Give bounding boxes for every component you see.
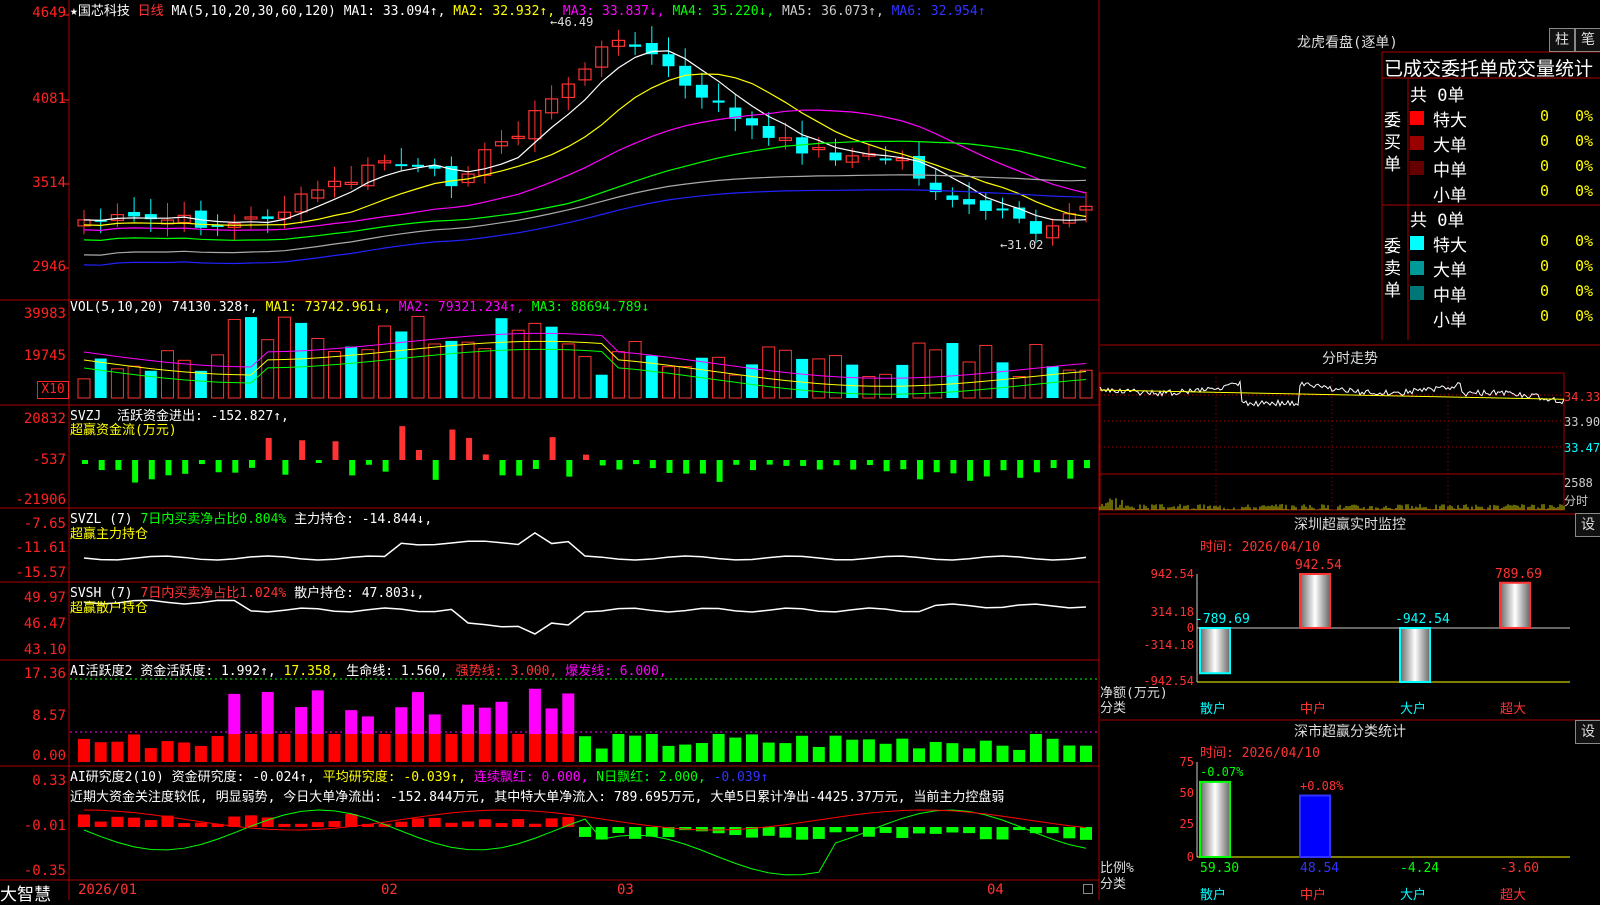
order-size-swatch xyxy=(1410,261,1424,275)
monitor-axis-label: 0 xyxy=(1186,621,1194,635)
class-axis-label: 0 xyxy=(1186,850,1194,864)
monitor-bar-value: 942.54 xyxy=(1295,558,1342,573)
order-count: 0 xyxy=(1540,307,1550,325)
intraday-axis-label: 33.90 xyxy=(1564,415,1600,429)
class-bar-value: -3.60 xyxy=(1500,861,1540,876)
order-count: 0 xyxy=(1540,157,1550,175)
order-size-swatch xyxy=(1410,236,1424,250)
order-size-label: 中单 xyxy=(1433,161,1467,181)
monitor-bar-value: -789.69 xyxy=(1195,612,1250,627)
order-percent: 0% xyxy=(1575,232,1594,250)
class-category-label: 超大 xyxy=(1500,888,1527,903)
class-axis-label: 25 xyxy=(1179,817,1194,831)
sz-class-top-label: -0.07% xyxy=(1200,765,1244,779)
lhb-title: 龙虎看盘(逐单) xyxy=(1297,35,1398,51)
monitor-axis-label: 314.18 xyxy=(1150,605,1194,619)
sz-monitor-title: 深圳超赢实时监控 xyxy=(1294,517,1406,533)
order-size-swatch xyxy=(1410,136,1424,150)
monitor-bar xyxy=(1499,581,1531,629)
monitor-category-label: 散户 xyxy=(1200,702,1227,717)
intraday-axis-label: 33.47 xyxy=(1564,441,1600,455)
order-percent: 0% xyxy=(1575,132,1594,150)
monitor-category-label: 超大 xyxy=(1500,702,1527,717)
sz-class-title: 深市超赢分类统计 xyxy=(1294,724,1406,740)
order-size-label: 中单 xyxy=(1433,286,1467,306)
order-size-label: 小单 xyxy=(1433,311,1467,331)
order-percent: 0% xyxy=(1575,307,1594,325)
intraday-vol-axis: 2588 xyxy=(1564,476,1593,490)
class-bar xyxy=(1299,794,1331,858)
monitor-bar xyxy=(1399,627,1431,683)
lhb-subtitle: 已成交委托单成交量统计 xyxy=(1384,58,1594,80)
sz-class-top-label: +0.08% xyxy=(1300,779,1344,793)
sz-class-settings-button[interactable]: 设 xyxy=(1575,720,1600,744)
order-percent: 0% xyxy=(1575,157,1594,175)
order-count: 0 xyxy=(1540,182,1550,200)
intraday-axis-label: 34.33 xyxy=(1564,390,1600,404)
sz-class-category-label: 分类 xyxy=(1100,877,1127,892)
buy-total: 共 0单 xyxy=(1410,86,1465,106)
monitor-axis-label: -314.18 xyxy=(1143,638,1194,652)
order-size-label: 特大 xyxy=(1433,111,1467,131)
order-size-label: 大单 xyxy=(1433,261,1467,281)
sz-monitor-category-label: 分类 xyxy=(1100,701,1127,716)
intraday-title: 分时走势 xyxy=(1322,351,1378,367)
right-panel-canvas xyxy=(1099,51,1600,858)
monitor-category-label: 大户 xyxy=(1400,702,1427,717)
order-count: 0 xyxy=(1540,232,1550,250)
sell-total: 共 0单 xyxy=(1410,211,1465,231)
sz-monitor-settings-button[interactable]: 设 xyxy=(1575,513,1600,537)
class-category-label: 散户 xyxy=(1200,888,1227,903)
tick-view-button[interactable]: 笔 xyxy=(1575,28,1600,52)
bar-view-button[interactable]: 柱 xyxy=(1549,28,1575,52)
class-axis-label: 50 xyxy=(1179,786,1194,800)
order-size-swatch xyxy=(1410,111,1424,125)
order-size-label: 特大 xyxy=(1433,236,1467,256)
sz-monitor-time: 时间: 2026/04/10 xyxy=(1200,540,1320,555)
monitor-bar-value: 789.69 xyxy=(1495,566,1542,582)
order-percent: 0% xyxy=(1575,282,1594,300)
order-count: 0 xyxy=(1540,132,1550,150)
intraday-vol-unit: 分时 xyxy=(1564,494,1589,508)
class-axis-label: 75 xyxy=(1179,755,1194,769)
class-bar-value: 48.54 xyxy=(1300,861,1340,876)
order-percent: 0% xyxy=(1575,257,1594,275)
order-count: 0 xyxy=(1540,107,1550,125)
order-percent: 0% xyxy=(1575,182,1594,200)
order-size-swatch xyxy=(1410,186,1424,200)
order-size-swatch xyxy=(1410,161,1424,175)
order-size-swatch xyxy=(1410,311,1424,325)
class-bar-value: -4.24 xyxy=(1400,861,1440,876)
monitor-bar xyxy=(1199,627,1231,675)
class-bar xyxy=(1199,780,1231,858)
monitor-bar xyxy=(1299,573,1331,629)
order-percent: 0% xyxy=(1575,107,1594,125)
class-category-label: 中户 xyxy=(1300,888,1327,903)
order-count: 0 xyxy=(1540,282,1550,300)
class-bar-value: 59.30 xyxy=(1200,861,1240,876)
monitor-bar-value: -942.54 xyxy=(1395,612,1450,627)
monitor-axis-label: 942.54 xyxy=(1150,567,1194,581)
buy-orders-label: 委买单 xyxy=(1384,111,1401,175)
class-category-label: 大户 xyxy=(1400,888,1427,903)
monitor-category-label: 中户 xyxy=(1300,702,1327,717)
sell-orders-label: 委卖单 xyxy=(1384,237,1401,301)
order-size-label: 大单 xyxy=(1433,136,1467,156)
order-size-label: 小单 xyxy=(1433,186,1467,206)
order-size-swatch xyxy=(1410,286,1424,300)
order-count: 0 xyxy=(1540,257,1550,275)
sz-class-time: 时间: 2026/04/10 xyxy=(1200,746,1320,761)
